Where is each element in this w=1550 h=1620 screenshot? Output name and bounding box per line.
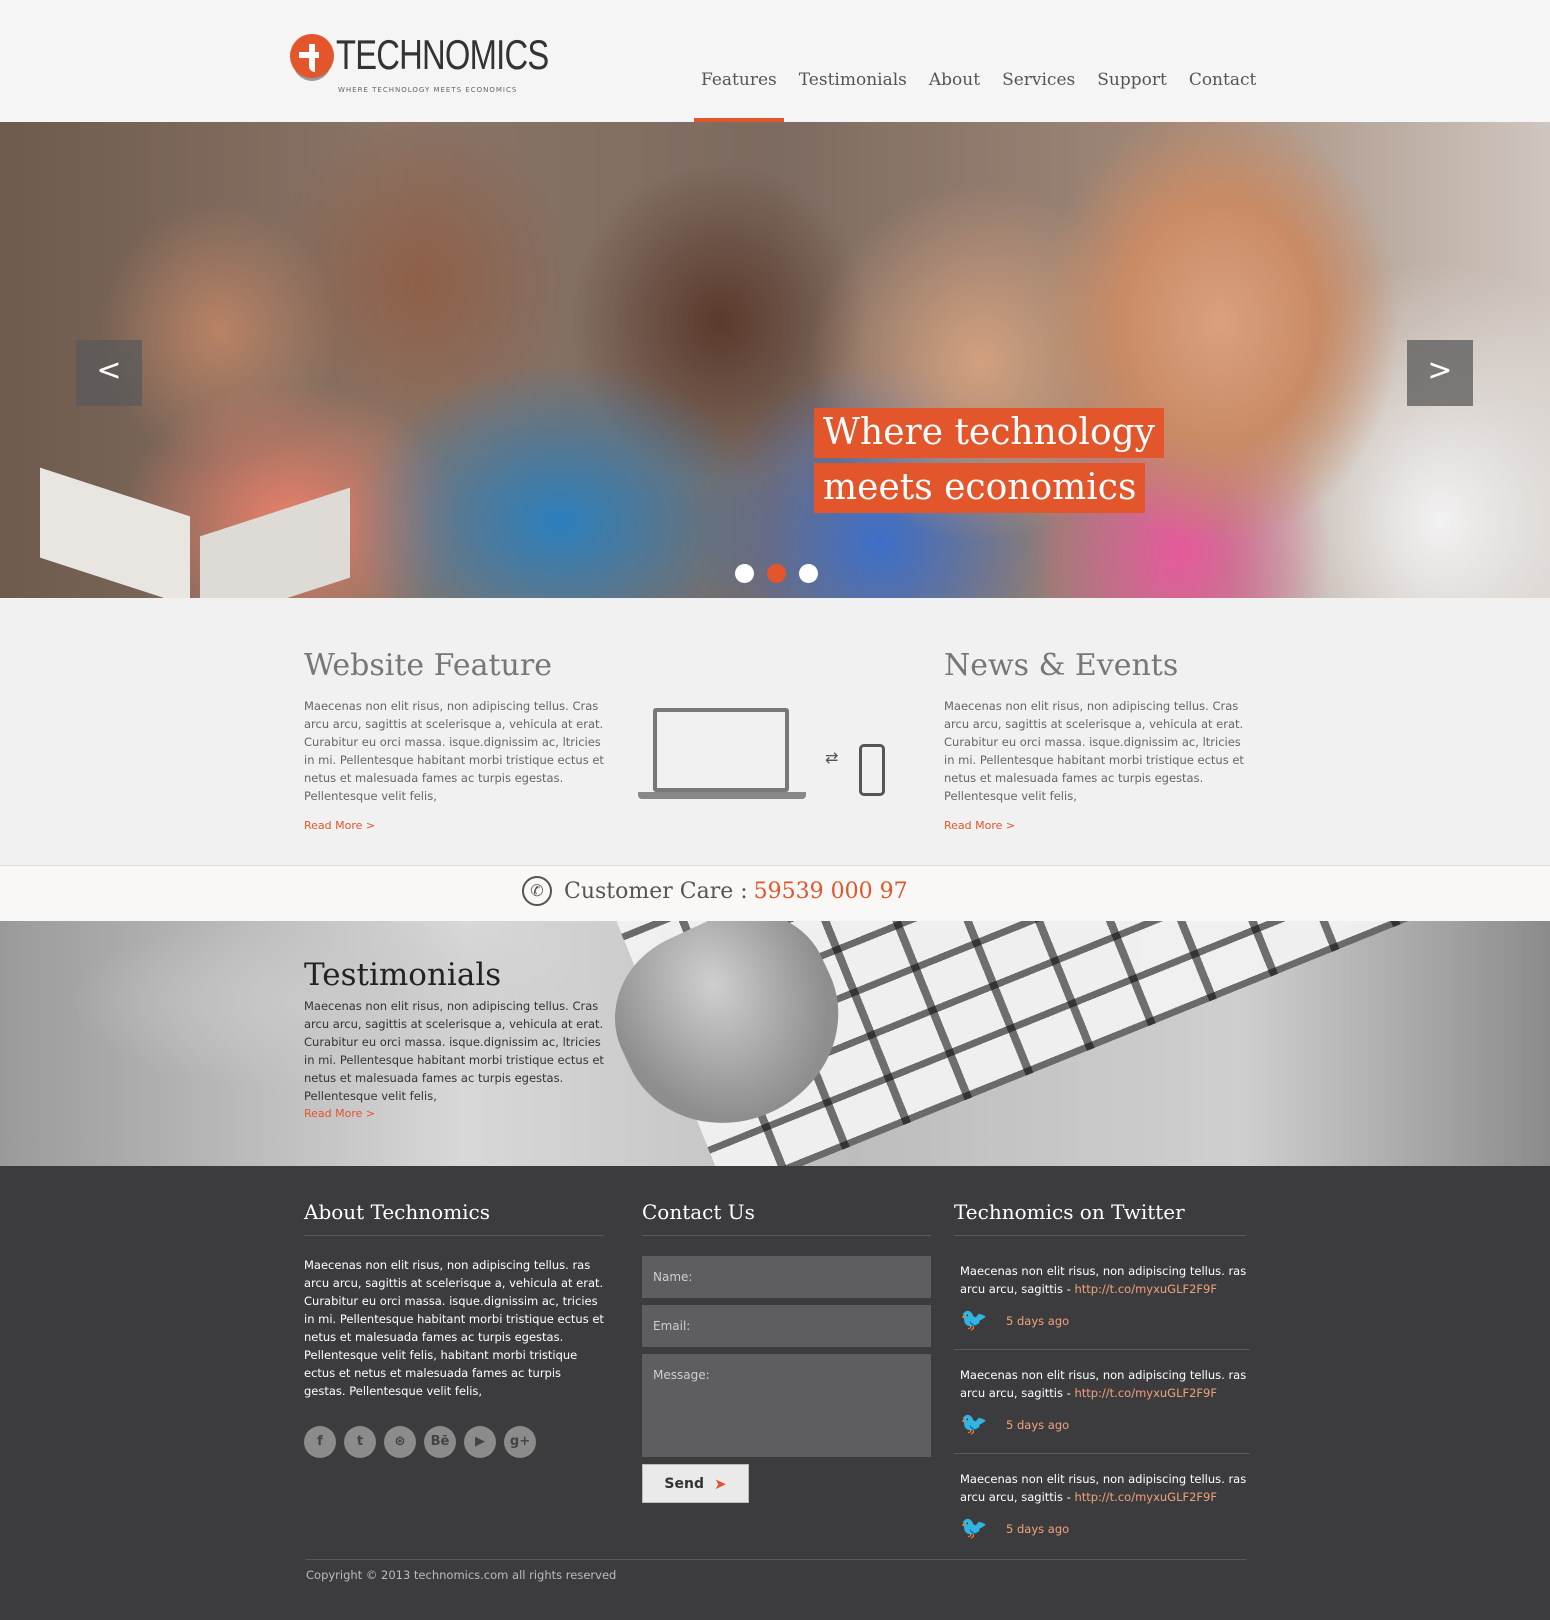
- nav-item-contact[interactable]: Contact: [1178, 70, 1268, 122]
- slider-prev-button[interactable]: <: [76, 340, 142, 406]
- customer-care-number[interactable]: 59539 000 97: [754, 879, 908, 904]
- tweet-time: 5 days ago: [1006, 1521, 1070, 1536]
- features-section: Website Feature Maecenas non elit risus,…: [0, 598, 1550, 866]
- tweet-item: Maecenas non elit risus, non adipiscing …: [954, 1464, 1250, 1557]
- testimonials-body: Maecenas non elit risus, non adipiscing …: [304, 999, 604, 1103]
- brand-name: TECHNOMICS: [336, 31, 549, 78]
- tweet-time: 5 days ago: [1006, 1313, 1070, 1328]
- website-feature-body: Maecenas non elit risus, non adipiscing …: [304, 699, 604, 803]
- news-events-column: News & Events Maecenas non elit risus, n…: [944, 648, 1249, 832]
- website-feature-title: Website Feature: [304, 648, 552, 683]
- tweet-item: Maecenas non elit risus, non adipiscing …: [954, 1360, 1250, 1454]
- devices-illustration: ⇄: [608, 698, 898, 818]
- news-events-body: Maecenas non elit risus, non adipiscing …: [944, 699, 1244, 803]
- main-nav: Features Testimonials About Services Sup…: [690, 70, 1267, 122]
- facebook-icon[interactable]: f: [304, 1426, 336, 1458]
- nav-item-about[interactable]: About: [918, 70, 991, 122]
- social-icons: f t ⊛ Bē ▶ g+: [304, 1426, 604, 1458]
- name-field[interactable]: [642, 1256, 931, 1298]
- hero-slider: < > Where technology meets economics: [0, 122, 1550, 598]
- hero-caption-line-2: meets economics: [814, 463, 1146, 513]
- website-feature-read-more[interactable]: Read More >: [304, 819, 609, 832]
- swap-arrows-icon: ⇄: [825, 748, 839, 767]
- tweet-time: 5 days ago: [1006, 1417, 1070, 1432]
- website-feature-column: Website Feature Maecenas non elit risus,…: [304, 648, 609, 832]
- slider-next-button[interactable]: >: [1407, 340, 1473, 406]
- tweet-link[interactable]: http://t.co/myxuGLF2F9F: [1074, 1282, 1217, 1296]
- brand-tagline: WHERE TECHNOLOGY MEETS ECONOMICS: [338, 86, 518, 94]
- tweet-item: Maecenas non elit risus, non adipiscing …: [954, 1256, 1250, 1350]
- nav-item-services[interactable]: Services: [991, 70, 1086, 122]
- footer-about-body: Maecenas non elit risus, non adipiscing …: [304, 1258, 604, 1398]
- brand-logo[interactable]: TECHNOMICS WHERE TECHNOLOGY MEETS ECONOM…: [290, 30, 549, 100]
- twitter-bird-icon: 🐦: [960, 1412, 988, 1437]
- logo-mark-icon: [290, 34, 334, 78]
- hero-caption-line-1: Where technology: [814, 408, 1164, 458]
- footer-twitter-column: Technomics on Twitter Maecenas non elit …: [954, 1200, 1250, 1567]
- nav-item-features[interactable]: Features: [690, 70, 788, 122]
- hero-books-image: [40, 467, 350, 598]
- google-plus-icon[interactable]: g+: [504, 1426, 536, 1458]
- email-field[interactable]: [642, 1305, 931, 1347]
- twitter-bird-icon: 🐦: [960, 1308, 988, 1333]
- youtube-icon[interactable]: ▶: [464, 1426, 496, 1458]
- slider-dot-3[interactable]: [799, 564, 818, 583]
- tweet-link[interactable]: http://t.co/myxuGLF2F9F: [1074, 1490, 1217, 1504]
- nav-item-support[interactable]: Support: [1086, 70, 1178, 122]
- twitter-bird-icon: 🐦: [960, 1516, 988, 1541]
- customer-care-label: Customer Care :: [564, 878, 748, 904]
- customer-care-bar: ✆ Customer Care : 59539 000 97: [0, 866, 1550, 921]
- send-button[interactable]: Send ➤: [642, 1464, 749, 1503]
- news-events-title: News & Events: [944, 648, 1179, 683]
- twitter-icon[interactable]: t: [344, 1426, 376, 1458]
- laptop-icon: [653, 708, 789, 792]
- footer-about-column: About Technomics Maecenas non elit risus…: [304, 1200, 604, 1458]
- behance-icon[interactable]: Bē: [424, 1426, 456, 1458]
- message-field[interactable]: [642, 1354, 931, 1457]
- dribbble-icon[interactable]: ⊛: [384, 1426, 416, 1458]
- nav-item-testimonials[interactable]: Testimonials: [788, 70, 918, 122]
- news-events-read-more[interactable]: Read More >: [944, 819, 1249, 832]
- slider-dot-1[interactable]: [735, 564, 754, 583]
- footer-contact-title: Contact Us: [642, 1200, 931, 1236]
- site-footer: About Technomics Maecenas non elit risus…: [0, 1166, 1550, 1620]
- slider-dot-2[interactable]: [767, 564, 786, 583]
- site-header: TECHNOMICS WHERE TECHNOLOGY MEETS ECONOM…: [0, 0, 1550, 122]
- paper-plane-icon: ➤: [714, 1474, 727, 1493]
- hero-caption: Where technology meets economics: [814, 408, 1164, 518]
- footer-twitter-title: Technomics on Twitter: [954, 1200, 1246, 1236]
- testimonials-read-more[interactable]: Read More >: [304, 1107, 609, 1120]
- footer-contact-column: Contact Us Send ➤: [642, 1200, 931, 1503]
- phone-device-icon: [859, 744, 885, 796]
- slider-dots: [735, 564, 831, 583]
- phone-icon: ✆: [522, 876, 552, 906]
- send-button-label: Send: [664, 1475, 704, 1492]
- testimonials-section: Testimonials Maecenas non elit risus, no…: [0, 921, 1550, 1166]
- copyright-text: Copyright © 2013 technomics.com all righ…: [306, 1559, 1246, 1582]
- footer-about-title: About Technomics: [304, 1200, 604, 1236]
- testimonials-title: Testimonials: [304, 957, 502, 993]
- tweet-link[interactable]: http://t.co/myxuGLF2F9F: [1074, 1386, 1217, 1400]
